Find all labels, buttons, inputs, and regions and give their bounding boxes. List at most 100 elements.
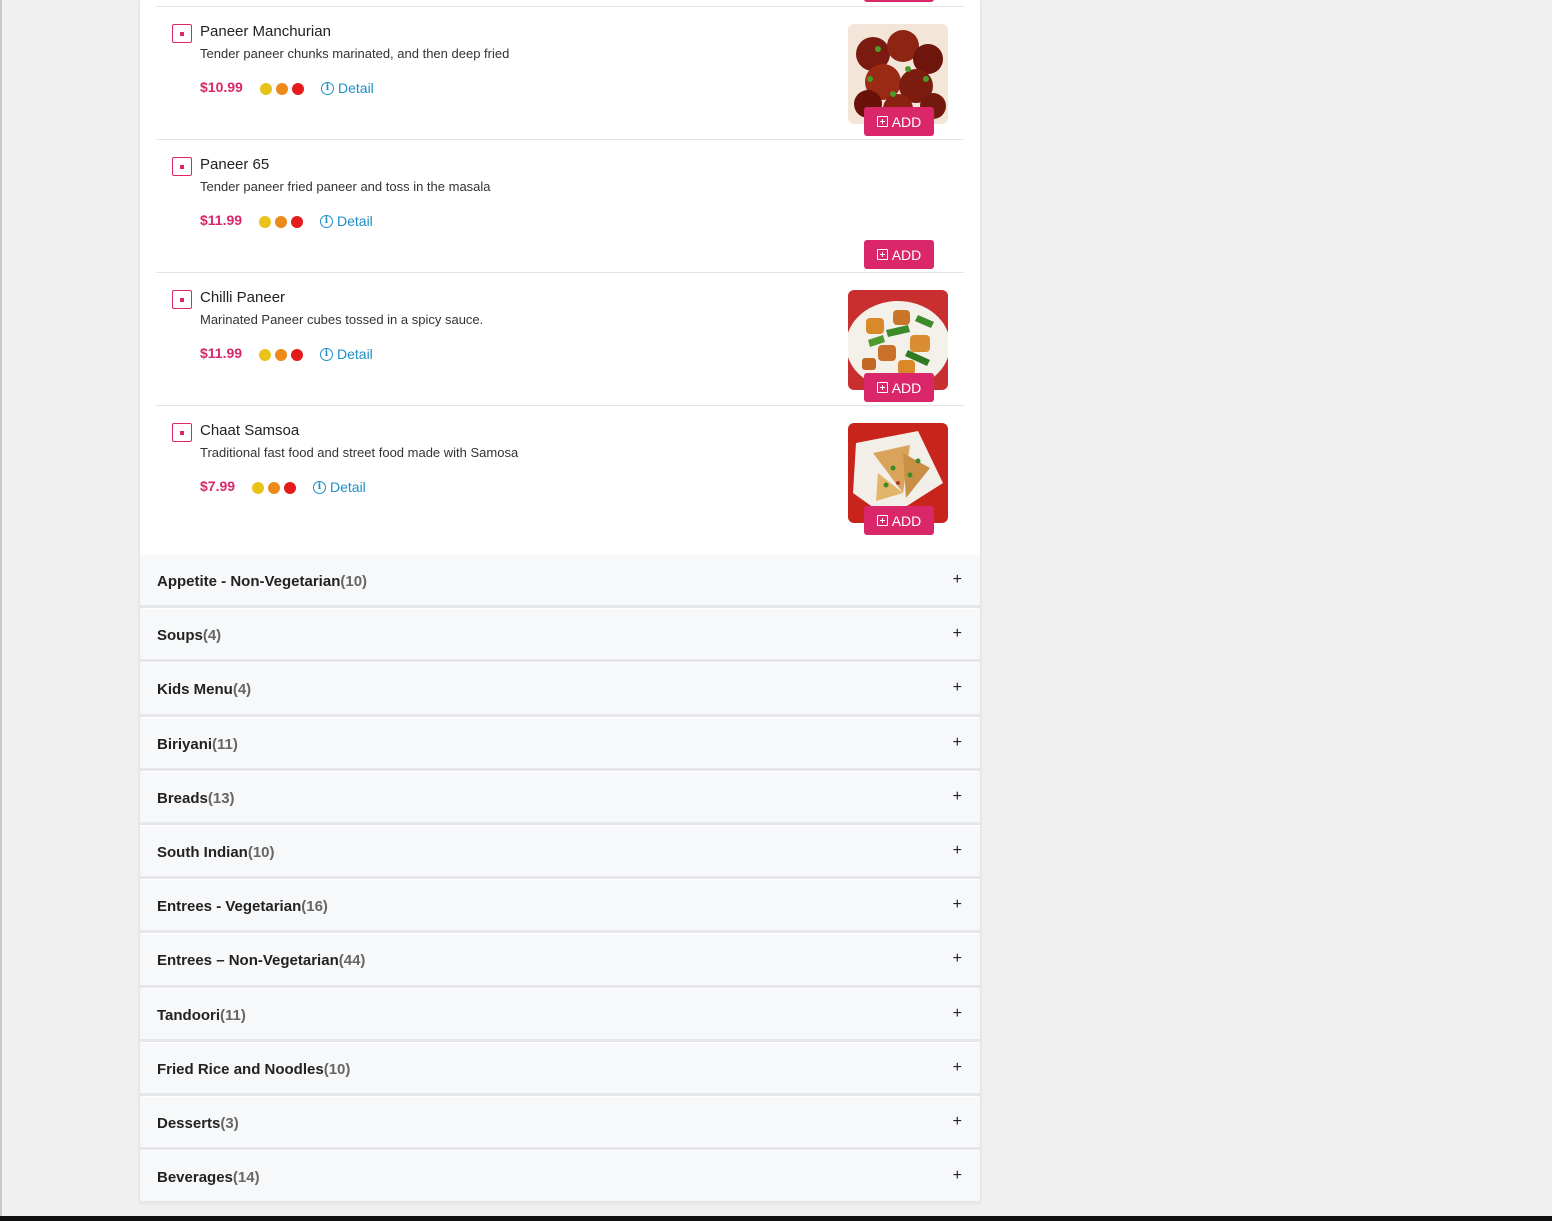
detail-link[interactable]: i Detail <box>320 213 373 229</box>
category-row[interactable]: Desserts(3) + <box>140 1095 980 1151</box>
expand-icon[interactable]: + <box>953 734 962 752</box>
category-count: (10) <box>323 1060 351 1078</box>
previous-add-button[interactable] <box>864 0 934 2</box>
expand-icon[interactable]: + <box>953 571 962 589</box>
menu-panel: Paneer Manchurian Tender paneer chunks m… <box>140 0 980 1205</box>
category-count: (10) <box>340 573 368 590</box>
spice-level <box>259 349 303 361</box>
add-button[interactable]: ADD <box>864 107 934 136</box>
category-name: Fried Rice and Noodles <box>157 1060 324 1078</box>
expand-icon[interactable]: + <box>953 1059 962 1077</box>
spice-dot-icon <box>259 349 271 361</box>
category-title: Soups(4) <box>157 627 221 644</box>
detail-label: Detail <box>330 479 366 495</box>
category-title: Desserts(3) <box>157 1115 239 1132</box>
expand-icon[interactable]: + <box>953 1005 962 1023</box>
plus-square-icon <box>876 116 888 127</box>
info-icon: i <box>313 480 326 494</box>
expand-icon[interactable]: + <box>953 788 962 806</box>
category-name: Biriyani <box>157 735 213 753</box>
veg-indicator-icon <box>172 24 192 43</box>
spice-level <box>260 83 304 95</box>
expand-icon[interactable]: + <box>953 842 962 860</box>
category-row[interactable]: Soups(4) + <box>140 608 980 663</box>
category-name: Soups <box>157 627 203 645</box>
category-row[interactable]: Kids Menu(4) + <box>140 662 980 717</box>
category-row[interactable]: Biriyani(11) + <box>140 716 980 771</box>
veg-indicator-icon <box>172 290 192 309</box>
spice-dot-icon <box>268 482 280 494</box>
item-name: Paneer 65 <box>200 156 270 173</box>
category-count: (4) <box>232 681 252 699</box>
spice-dot-icon <box>292 83 304 95</box>
detail-label: Detail <box>338 80 374 96</box>
category-row[interactable]: Appetite - Non-Vegetarian(10) + <box>140 554 980 609</box>
expand-icon[interactable]: + <box>953 1167 962 1185</box>
expand-icon[interactable]: + <box>953 950 962 968</box>
category-title: Tandoori(11) <box>157 1007 246 1024</box>
item-name: Chilli Paneer <box>200 289 286 306</box>
category-row[interactable]: South Indian(10) + <box>140 824 980 880</box>
spice-dot-icon <box>276 83 288 95</box>
category-row[interactable]: Entrees - Vegetarian(16) + <box>140 879 980 934</box>
item-price: $7.99 <box>200 478 236 494</box>
category-title: Beverages(14) <box>157 1169 260 1186</box>
expand-icon[interactable]: + <box>953 896 962 914</box>
category-title: Biriyani(11) <box>157 736 238 753</box>
info-icon: i <box>320 347 333 361</box>
item-name: Paneer Manchurian <box>200 23 331 40</box>
detail-link[interactable]: i Detail <box>320 346 373 362</box>
category-name: Entrees – Non-Vegetarian <box>157 952 339 970</box>
category-title: Fried Rice and Noodles(10) <box>157 1061 350 1078</box>
category-count: (44) <box>338 952 366 970</box>
category-title: Entrees - Vegetarian(16) <box>157 898 328 915</box>
category-row[interactable]: Fried Rice and Noodles(10) + <box>140 1041 980 1096</box>
expand-icon[interactable]: + <box>953 625 962 643</box>
plus-square-icon <box>876 249 888 260</box>
category-row[interactable]: Breads(13) + <box>140 770 980 825</box>
category-count: (16) <box>301 898 328 916</box>
veg-indicator-icon <box>172 157 192 176</box>
add-button[interactable]: ADD <box>864 373 934 402</box>
expand-icon[interactable]: + <box>953 679 962 697</box>
veg-indicator-icon <box>172 423 192 442</box>
category-row[interactable]: Beverages(14) + <box>140 1150 980 1205</box>
spice-dot-icon <box>284 482 296 494</box>
item-price: $11.99 <box>200 212 243 228</box>
spice-level <box>252 482 296 494</box>
detail-label: Detail <box>337 213 373 229</box>
detail-link[interactable]: i Detail <box>321 80 374 96</box>
item-description: Traditional fast food and street food ma… <box>200 445 519 460</box>
item-price: $10.99 <box>200 79 243 95</box>
spice-dot-icon <box>259 216 271 228</box>
category-count: (3) <box>220 1114 239 1132</box>
category-row[interactable]: Entrees – Non-Vegetarian(44) + <box>140 933 980 988</box>
category-count: (4) <box>202 627 222 645</box>
info-icon: i <box>321 81 334 95</box>
spice-level <box>259 216 303 228</box>
menu-item: Paneer Manchurian Tender paneer chunks m… <box>156 7 964 140</box>
add-button[interactable]: ADD <box>864 240 934 269</box>
item-name: Chaat Samsoa <box>200 422 300 439</box>
category-count: (10) <box>247 843 275 861</box>
item-description: Tender paneer chunks marinated, and then… <box>200 46 510 61</box>
category-accordion: Appetite - Non-Vegetarian(10) + Soups(4) + K… <box>140 554 980 1205</box>
category-title: Kids Menu(4) <box>157 681 251 698</box>
add-button[interactable]: ADD <box>864 506 934 535</box>
menu-item: Chilli Paneer Marinated Paneer cubes tos… <box>156 273 964 406</box>
page-edge <box>0 0 2 1221</box>
category-title: Appetite - Non-Vegetarian(10) <box>157 573 367 590</box>
spice-dot-icon <box>291 216 303 228</box>
category-row[interactable]: Tandoori(11) + <box>140 987 980 1042</box>
category-name: Kids Menu <box>157 681 233 699</box>
add-label: ADD <box>891 246 922 263</box>
category-count: (11) <box>220 1006 246 1024</box>
category-title: South Indian(10) <box>157 844 275 861</box>
bottom-bar <box>0 1216 1552 1221</box>
detail-link[interactable]: i Detail <box>313 479 366 495</box>
spice-dot-icon <box>252 482 264 494</box>
category-name: South Indian <box>157 843 248 861</box>
add-label: ADD <box>891 113 922 130</box>
expand-icon[interactable]: + <box>953 1113 962 1131</box>
plus-square-icon <box>876 515 888 526</box>
